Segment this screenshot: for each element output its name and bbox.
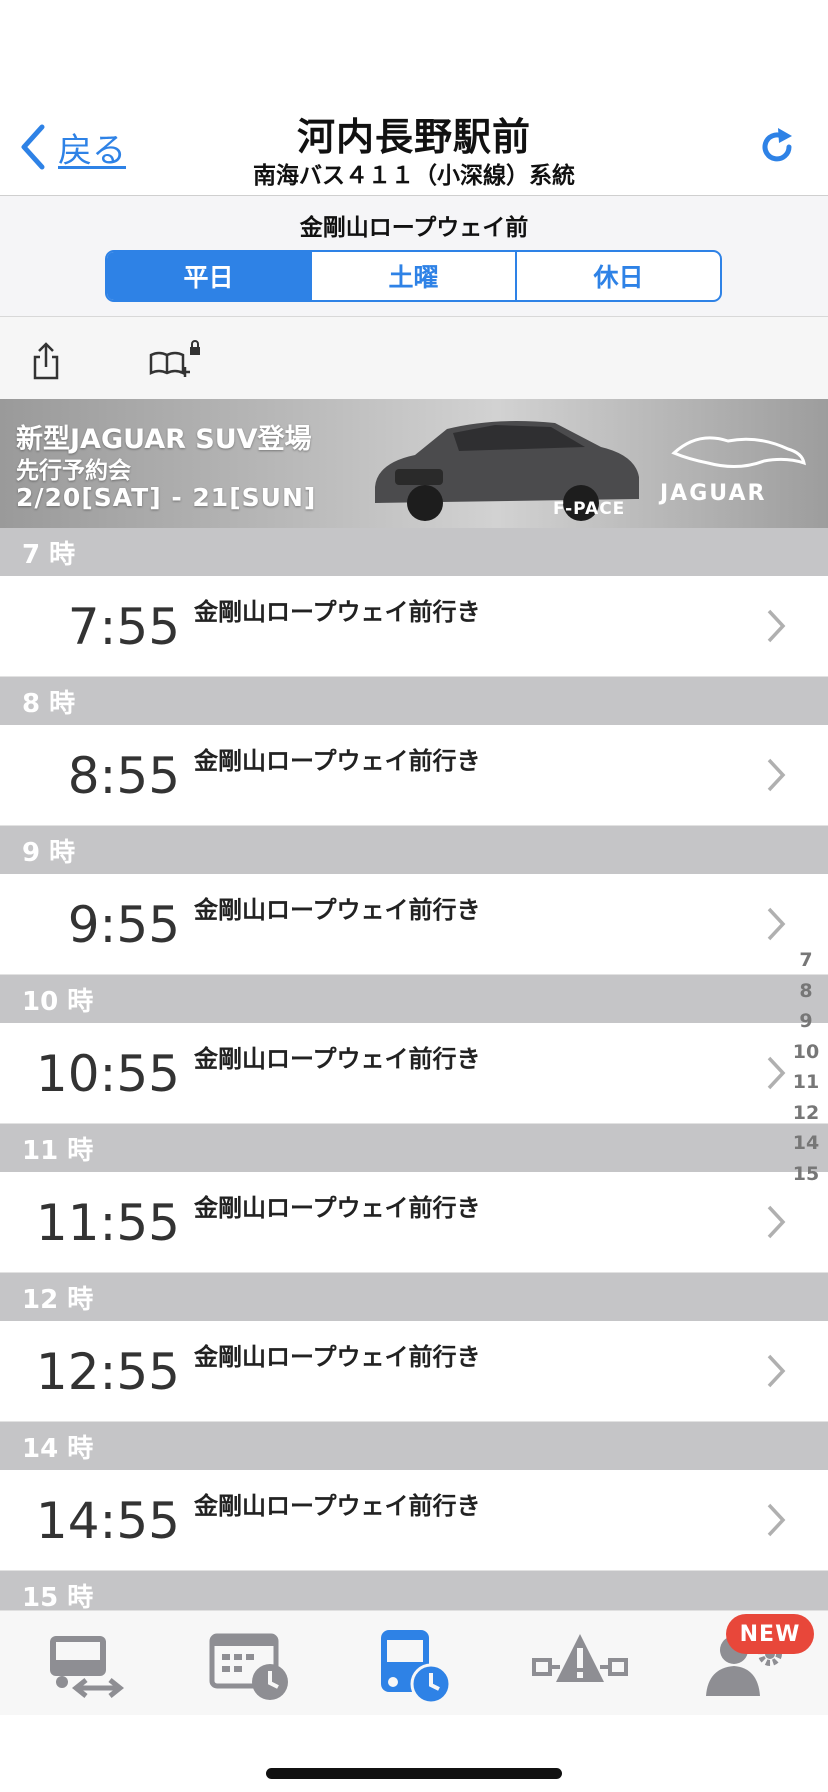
bus-clock-icon[interactable] (365, 1626, 465, 1706)
index-item[interactable]: 8 (792, 976, 820, 1007)
segment-saturday[interactable]: 土曜 (310, 252, 515, 300)
index-item[interactable]: 10 (792, 1037, 820, 1068)
index-item[interactable]: 12 (792, 1098, 820, 1129)
departure-time: 14:55 (35, 1492, 180, 1550)
ad-dates: 2/20[SAT] - 21[SUN] (16, 483, 317, 512)
index-item[interactable]: 7 (792, 945, 820, 976)
hour-index-scrubber[interactable]: 7 8 9 10 11 12 14 15 (792, 945, 820, 1189)
navigation-bar: 戻る 河内長野駅前 南海バス４１１（小深線）系統 (0, 100, 828, 196)
departure-time: 11:55 (35, 1194, 180, 1252)
ad-banner[interactable]: 新型JAGUAR SUV登場 先行予約会 2/20[SAT] - 21[SUN]… (0, 399, 828, 528)
home-indicator[interactable] (266, 1768, 562, 1779)
departure-time: 8:55 (67, 747, 180, 805)
departure-time: 7:55 (67, 598, 180, 656)
index-item[interactable]: 14 (792, 1128, 820, 1159)
index-item[interactable]: 15 (792, 1159, 820, 1190)
traffic-warning-icon[interactable] (530, 1626, 630, 1706)
departure-row[interactable]: 8:55 金剛山ロープウェイ前行き (0, 725, 828, 826)
chevron-right-icon (767, 1354, 786, 1388)
departure-destination: 金剛山ロープウェイ前行き (194, 747, 481, 775)
ad-model-name: F-PACE (553, 499, 626, 519)
segment-weekday[interactable]: 平日 (107, 252, 310, 300)
bookmark-add-locked-icon[interactable] (148, 339, 204, 381)
departure-destination: 金剛山ロープウェイ前行き (194, 1492, 481, 1520)
toolbar (0, 317, 828, 399)
segment-holiday[interactable]: 休日 (515, 252, 720, 300)
hour-header: 9 時 (0, 826, 828, 874)
ad-brand: JAGUAR (660, 481, 767, 506)
refresh-icon[interactable] (756, 126, 798, 168)
departure-destination: 金剛山ロープウェイ前行き (194, 1045, 481, 1073)
route-subtitle: 南海バス４１１（小深線）系統 (253, 163, 575, 189)
destination-header: 金剛山ロープウェイ前 (299, 215, 529, 241)
ad-subheadline: 先行予約会 (16, 458, 131, 484)
hour-header: 15 時 (0, 1571, 828, 1610)
departure-destination: 金剛山ロープウェイ前行き (194, 1343, 481, 1371)
departure-destination: 金剛山ロープウェイ前行き (194, 598, 481, 626)
index-item[interactable]: 11 (792, 1067, 820, 1098)
chevron-right-icon (767, 1056, 786, 1090)
page-title: 河内長野駅前 (296, 115, 531, 159)
index-item[interactable]: 9 (792, 1006, 820, 1037)
chevron-right-icon (767, 609, 786, 643)
bus-transfer-icon[interactable] (32, 1626, 132, 1706)
chevron-right-icon (767, 1503, 786, 1537)
hour-header: 14 時 (0, 1422, 828, 1470)
chevron-right-icon (767, 907, 786, 941)
day-selector-area: 金剛山ロープウェイ前 平日 土曜 休日 (0, 196, 828, 317)
departure-row[interactable]: 9:55 金剛山ロープウェイ前行き (0, 874, 828, 975)
departure-time: 9:55 (67, 896, 180, 954)
departure-row[interactable]: 12:55 金剛山ロープウェイ前行き (0, 1321, 828, 1422)
timetable-clock-icon[interactable] (200, 1626, 300, 1706)
chevron-right-icon (767, 758, 786, 792)
departure-destination: 金剛山ロープウェイ前行き (194, 896, 481, 924)
departure-row[interactable]: 7:55 金剛山ロープウェイ前行き (0, 576, 828, 677)
day-segmented-control: 平日 土曜 休日 (105, 250, 722, 302)
new-badge: NEW (726, 1614, 814, 1654)
home-area (0, 1715, 828, 1792)
tab-bar (0, 1610, 828, 1716)
departure-row[interactable]: 14:55 金剛山ロープウェイ前行き (0, 1470, 828, 1571)
hour-header: 7 時 (0, 528, 828, 576)
status-bar (0, 0, 828, 110)
departure-time: 10:55 (35, 1045, 180, 1103)
departure-time: 12:55 (35, 1343, 180, 1401)
hour-header: 11 時 (0, 1124, 828, 1172)
chevron-right-icon (767, 1205, 786, 1239)
hour-header: 8 時 (0, 677, 828, 725)
share-icon[interactable] (30, 341, 62, 381)
departure-destination: 金剛山ロープウェイ前行き (194, 1194, 481, 1222)
hour-header: 12 時 (0, 1273, 828, 1321)
timetable-list[interactable]: 7 時 7:55 金剛山ロープウェイ前行き 8 時 8:55 金剛山ロープウェイ… (0, 528, 828, 1610)
departure-row[interactable]: 10:55 金剛山ロープウェイ前行き (0, 1023, 828, 1124)
jaguar-logo-icon (671, 436, 806, 468)
hour-header: 10 時 (0, 975, 828, 1023)
departure-row[interactable]: 11:55 金剛山ロープウェイ前行き (0, 1172, 828, 1273)
